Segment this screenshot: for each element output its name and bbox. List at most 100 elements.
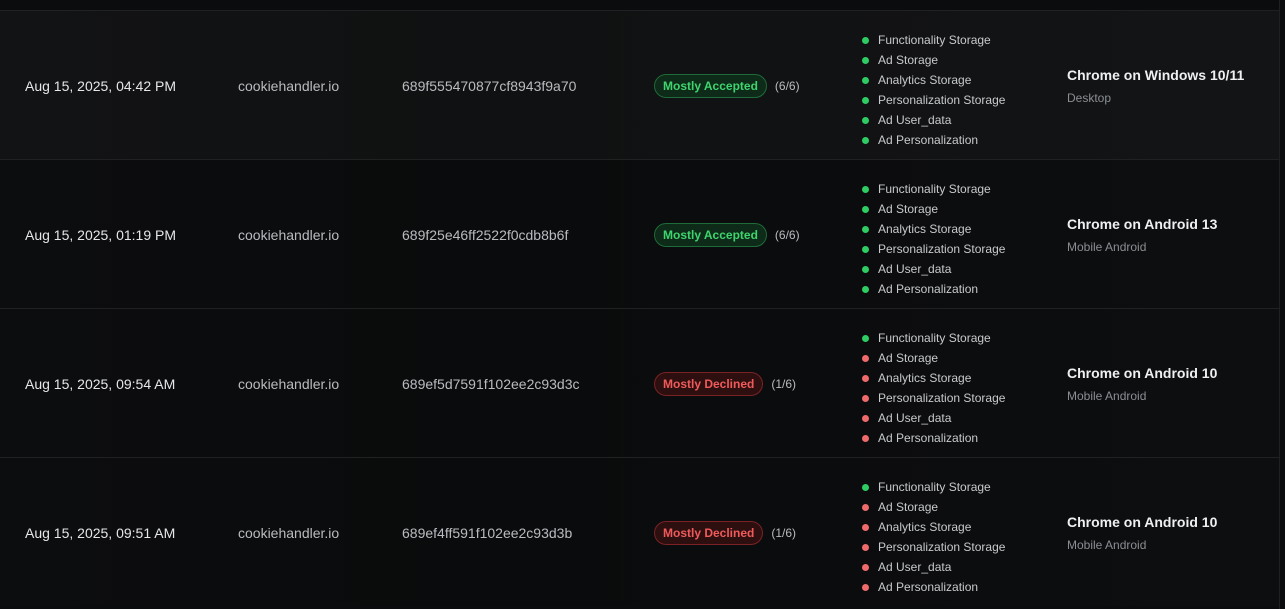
granted-dot-icon (862, 116, 869, 124)
category-item: Ad User_data (862, 259, 1005, 279)
granted-count: (6/6) (774, 78, 800, 93)
granted-count: (1/6) (771, 525, 797, 540)
granted-dot-icon (862, 96, 869, 104)
consent-id: 689f25e46ff2522f0cdb8b6f (402, 226, 569, 243)
granted-dot-icon (862, 36, 869, 44)
category-label: Ad User_data (878, 560, 952, 574)
consent-domain: cookiehandler.io (238, 77, 340, 94)
category-label: Functionality Storage (878, 33, 991, 47)
denied-dot-icon (862, 374, 869, 382)
device-type: Desktop (1067, 90, 1112, 105)
category-item: Ad Personalization (862, 428, 1005, 448)
denied-dot-icon (862, 543, 869, 551)
category-item: Personalization Storage (862, 388, 1005, 408)
device-type: Mobile Android (1067, 388, 1147, 403)
category-label: Functionality Storage (878, 480, 991, 494)
granted-dot-icon (862, 205, 869, 213)
granted-dot-icon (862, 56, 869, 64)
consent-date: Aug 15, 2025, 09:51 AM (25, 524, 176, 541)
granted-dot-icon (862, 285, 869, 293)
category-item: Ad Personalization (862, 577, 1005, 597)
granted-dot-icon (862, 265, 869, 273)
consent-date: Aug 15, 2025, 09:54 AM (25, 375, 176, 392)
granted-count: (6/6) (774, 227, 800, 242)
denied-dot-icon (862, 583, 869, 591)
granted-dot-icon (862, 185, 869, 193)
denied-dot-icon (862, 523, 869, 531)
consent-status: Mostly Accepted (6/6) (654, 11, 800, 160)
category-label: Analytics Storage (878, 222, 972, 236)
device-type: Mobile Android (1067, 239, 1147, 254)
device-name: Chrome on Android 10 (1067, 364, 1218, 381)
category-item: Personalization Storage (862, 239, 1005, 259)
table-row[interactable]: Aug 15, 2025, 01:19 PM cookiehandler.io … (0, 159, 1279, 308)
category-item: Analytics Storage (862, 517, 1005, 537)
category-label: Functionality Storage (878, 331, 991, 345)
consent-log-table: Aug 15, 2025, 04:42 PM cookiehandler.io … (0, 0, 1280, 609)
category-item: Ad User_data (862, 408, 1005, 428)
category-label: Ad User_data (878, 262, 952, 276)
consent-domain: cookiehandler.io (238, 524, 340, 541)
table-row[interactable]: Aug 15, 2025, 04:42 PM cookiehandler.io … (0, 10, 1279, 159)
category-label: Functionality Storage (878, 182, 991, 196)
table-row[interactable]: Aug 15, 2025, 09:54 AM cookiehandler.io … (0, 308, 1279, 457)
denied-dot-icon (862, 503, 869, 511)
consent-date: Aug 15, 2025, 04:42 PM (25, 77, 176, 94)
category-label: Analytics Storage (878, 520, 972, 534)
consent-id: 689ef4ff591f102ee2c93d3b (402, 524, 573, 541)
granted-count: (1/6) (771, 376, 797, 391)
category-label: Personalization Storage (878, 242, 1006, 256)
category-label: Personalization Storage (878, 391, 1006, 405)
category-label: Analytics Storage (878, 73, 972, 87)
consent-status: Mostly Declined (1/6) (654, 309, 796, 458)
category-label: Personalization Storage (878, 93, 1006, 107)
consent-date: Aug 15, 2025, 01:19 PM (25, 226, 176, 243)
category-item: Analytics Storage (862, 219, 1005, 239)
granted-dot-icon (862, 245, 869, 253)
category-item: Ad Storage (862, 50, 1005, 70)
device-info: Chrome on Windows 10/11 Desktop (1067, 11, 1244, 160)
granted-dot-icon (862, 334, 869, 342)
category-label: Ad Personalization (878, 133, 979, 147)
consent-categories: Functionality Storage Ad Storage Analyti… (862, 30, 1005, 150)
denied-dot-icon (862, 414, 869, 422)
category-label: Ad User_data (878, 113, 952, 127)
consent-categories: Functionality Storage Ad Storage Analyti… (862, 477, 1005, 597)
category-item: Analytics Storage (862, 70, 1005, 90)
granted-dot-icon (862, 76, 869, 84)
consent-domain: cookiehandler.io (238, 226, 340, 243)
table-row[interactable]: Aug 15, 2025, 09:51 AM cookiehandler.io … (0, 457, 1279, 606)
device-type: Mobile Android (1067, 537, 1147, 552)
category-item: Ad Personalization (862, 130, 1005, 150)
category-label: Ad Personalization (878, 580, 979, 594)
category-label: Ad Storage (878, 53, 939, 67)
denied-dot-icon (862, 354, 869, 362)
category-item: Ad Personalization (862, 279, 1005, 299)
consent-domain: cookiehandler.io (238, 375, 340, 392)
status-badge: Mostly Declined (654, 520, 764, 545)
category-item: Analytics Storage (862, 368, 1005, 388)
category-item: Functionality Storage (862, 30, 1005, 50)
category-label: Ad User_data (878, 411, 952, 425)
category-item: Functionality Storage (862, 477, 1005, 497)
category-item: Ad User_data (862, 110, 1005, 130)
denied-dot-icon (862, 434, 869, 442)
category-item: Ad Storage (862, 348, 1005, 368)
device-name: Chrome on Android 10 (1067, 513, 1218, 530)
consent-id: 689ef5d7591f102ee2c93d3c (402, 375, 580, 392)
status-badge: Mostly Accepted (654, 73, 767, 98)
category-item: Ad Storage (862, 199, 1005, 219)
device-info: Chrome on Android 13 Mobile Android (1067, 160, 1217, 309)
category-label: Analytics Storage (878, 371, 972, 385)
consent-categories: Functionality Storage Ad Storage Analyti… (862, 328, 1005, 448)
category-item: Ad Storage (862, 497, 1005, 517)
category-item: Personalization Storage (862, 537, 1005, 557)
status-badge: Mostly Declined (654, 371, 764, 396)
device-info: Chrome on Android 10 Mobile Android (1067, 309, 1217, 458)
category-item: Ad User_data (862, 557, 1005, 577)
category-item: Functionality Storage (862, 328, 1005, 348)
category-label: Personalization Storage (878, 540, 1006, 554)
consent-status: Mostly Declined (1/6) (654, 458, 796, 607)
consent-status: Mostly Accepted (6/6) (654, 160, 800, 309)
granted-dot-icon (862, 483, 869, 491)
